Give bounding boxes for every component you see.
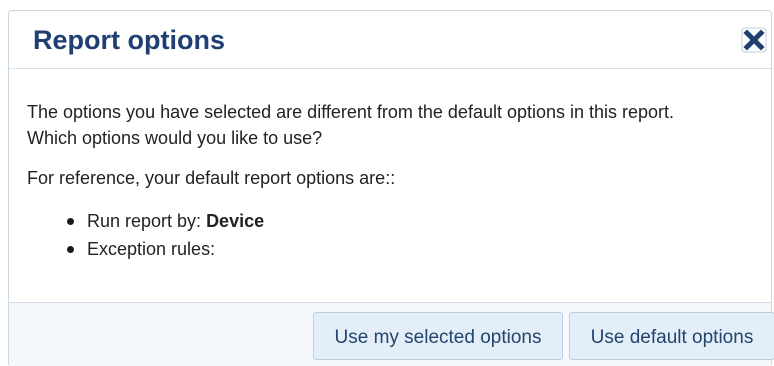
- close-icon[interactable]: [741, 27, 767, 53]
- default-options-list: Run report by: Device Exception rules:: [27, 207, 757, 263]
- list-item-value: Device: [206, 211, 265, 231]
- use-default-options-button[interactable]: Use default options: [569, 312, 774, 360]
- body-line-1: The options you have selected are differ…: [27, 102, 675, 122]
- bullet: [67, 246, 74, 253]
- dialog-header: Report options: [9, 11, 771, 69]
- bullet: [67, 218, 74, 225]
- dialog-title: Report options: [33, 25, 225, 55]
- dialog-body: The options you have selected are differ…: [27, 99, 757, 263]
- list-item-label: Exception rules:: [87, 239, 216, 259]
- close-icon-graphic: [741, 27, 767, 53]
- dialog-footer: Use my selected options Use default opti…: [9, 302, 774, 366]
- report-options-dialog: Report options The options you have sele…: [8, 10, 774, 366]
- list-item: Run report by: Device: [67, 207, 757, 235]
- reference-text: For reference, your default report optio…: [27, 168, 396, 188]
- use-selected-options-button[interactable]: Use my selected options: [313, 312, 563, 360]
- body-line-2: Which options would you like to use?: [27, 128, 323, 148]
- list-item: Exception rules:: [67, 235, 757, 263]
- list-item-label: Run report by:: [87, 211, 207, 231]
